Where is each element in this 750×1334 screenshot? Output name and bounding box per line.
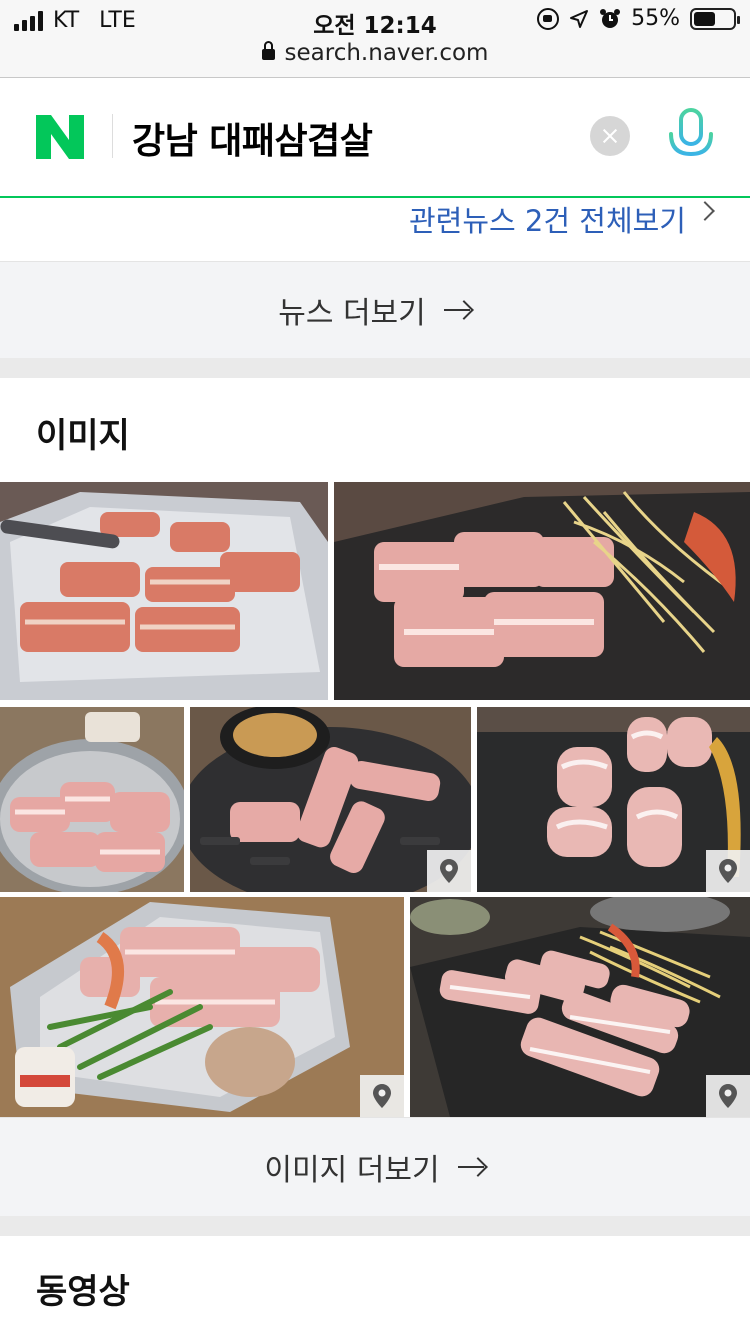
battery-percent: 55% [631,6,680,31]
alarm-icon [600,8,621,28]
related-news-link[interactable]: 관련뉴스 2건 전체보기 [409,198,686,240]
videos-header: 동영상 [0,1236,750,1334]
chevron-right-icon [695,201,715,221]
voice-search-icon[interactable] [666,108,716,168]
section-gap [0,1216,750,1236]
image-thumbnail[interactable] [410,897,750,1117]
location-pin-icon [373,1084,391,1108]
map-pin-button[interactable] [706,1075,750,1117]
location-pin-icon [440,859,458,883]
rotation-lock-icon [537,7,560,30]
url-text: search.naver.com [284,40,489,66]
location-pin-icon [719,1084,737,1108]
map-pin-button[interactable] [706,850,750,892]
videos-title: 동영상 [36,1272,130,1312]
images-more-button[interactable]: 이미지 더보기 [0,1117,750,1216]
search-input[interactable]: 강남 대패삼겹살 [132,112,373,164]
map-pin-button[interactable] [360,1075,404,1117]
naver-logo[interactable] [36,115,84,159]
battery-icon [690,7,740,30]
location-icon [570,9,589,28]
search-header: 강남 대패삼겹살 [0,78,750,198]
image-thumbnail[interactable] [190,707,471,892]
section-gap [0,358,750,378]
search-divider [112,114,113,158]
arrow-right-icon [443,300,472,320]
lock-icon [261,41,275,60]
image-thumbnail[interactable] [334,482,750,700]
images-header: 이미지 [0,378,750,482]
address-bar[interactable]: search.naver.com [0,40,750,66]
clear-search-button[interactable] [590,116,630,156]
status-right: 55% [537,6,740,31]
images-title: 이미지 [36,416,130,456]
news-more-label: 뉴스 더보기 [278,296,426,331]
location-pin-icon [719,859,737,883]
map-pin-button[interactable] [427,850,471,892]
images-more-label: 이미지 더보기 [264,1153,440,1188]
news-more-button[interactable]: 뉴스 더보기 [0,261,750,358]
image-thumbnail[interactable] [0,897,404,1117]
status-bar: KT LTE 오전 12:14 55% search.naver.com [0,0,750,78]
image-thumbnail[interactable] [0,482,328,700]
image-thumbnail[interactable] [477,707,750,892]
related-news-row: 관련뉴스 2건 전체보기 [0,198,750,260]
image-thumbnail[interactable] [0,707,184,892]
arrow-right-icon [457,1157,486,1177]
